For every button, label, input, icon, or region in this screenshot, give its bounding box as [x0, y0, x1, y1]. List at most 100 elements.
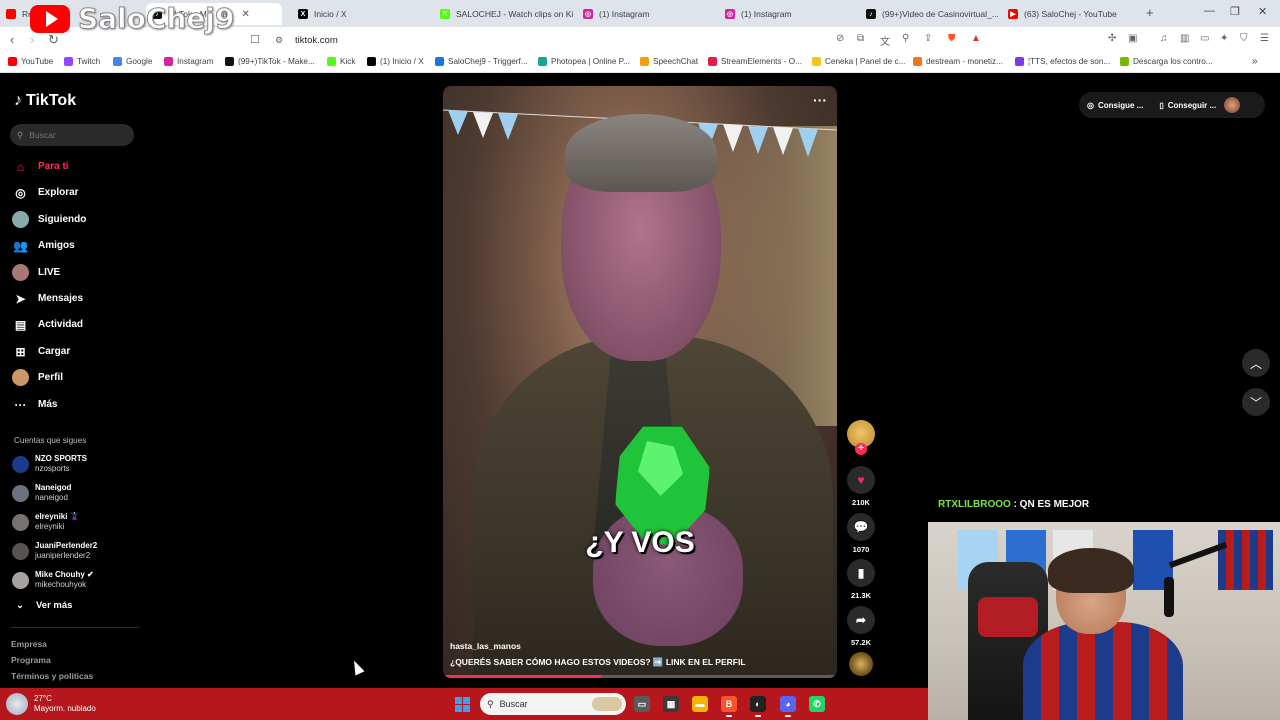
bookmark-item[interactable]: SpeechChat — [640, 57, 698, 66]
share-action[interactable]: ➦ 57.2K — [847, 606, 875, 647]
next-video-button[interactable]: ﹀ — [1242, 388, 1270, 416]
obs-icon[interactable]: ◐ — [750, 696, 766, 717]
bookmark-item[interactable]: Kick — [327, 57, 355, 66]
sidebar-item-friends[interactable]: 👥 Amigos — [12, 237, 75, 254]
brave-browser-icon[interactable]: B — [721, 696, 737, 717]
taskbar-search[interactable]: ⚲ Buscar — [480, 693, 626, 715]
back-icon[interactable]: ‹ — [10, 32, 14, 47]
share-arrow-icon[interactable]: ➦ — [847, 606, 875, 634]
file-explorer-icon[interactable]: ▬ — [692, 696, 708, 712]
bookmark-item[interactable]: SaloChej9 - Triggerf... — [435, 57, 528, 66]
video-username[interactable]: hasta_las_manos — [450, 641, 521, 651]
video-progress-bar[interactable] — [443, 675, 837, 678]
brave-shield-icon[interactable]: ⛊ — [948, 33, 956, 44]
brave-rewards-icon[interactable]: ▲ — [971, 33, 981, 44]
open-in-app-icon[interactable]: ⧉ — [857, 33, 864, 44]
weather-temp: 27°C — [34, 694, 52, 703]
browser-tab[interactable]: K SALOCHEJ - Watch clips on Ki... — [434, 3, 574, 25]
sidebar-item-compass[interactable]: ◎ Explorar — [12, 184, 78, 201]
bookmark-item[interactable]: StreamElements - O... — [708, 57, 802, 66]
video-player[interactable]: ¿Y VOS ··· hasta_las_manos ¿QUERÉS SABER… — [443, 86, 837, 678]
save-action[interactable]: ▮ 21.3K — [847, 559, 875, 600]
sidebar-item-label: Para ti — [38, 161, 69, 172]
heart-icon[interactable]: ♥ — [847, 466, 875, 494]
user-avatar[interactable] — [1224, 97, 1241, 113]
bookmark-item[interactable]: Twitch — [64, 57, 100, 66]
zoom-icon[interactable]: ⚲ — [902, 33, 909, 44]
bookmark-save-icon[interactable]: ▮ — [847, 559, 875, 587]
comment-icon[interactable]: 💬 — [847, 513, 875, 541]
search-box[interactable]: ⚲ — [10, 124, 134, 146]
bookmark-item[interactable]: Google — [113, 57, 152, 66]
translate-icon[interactable]: 文 — [880, 33, 890, 48]
wallet-icon[interactable]: ▭ — [1200, 33, 1209, 44]
bookmark-icon[interactable]: ☐ — [250, 33, 260, 46]
vpn-icon[interactable]: ⛉ — [1240, 33, 1248, 44]
tiktok-logo[interactable]: ♪ TikTok — [14, 92, 76, 110]
sidebar-item-messages[interactable]: ➤ Mensajes — [12, 290, 83, 307]
browser-tab[interactable]: ▶ (63) SaloChej - YouTube — [1002, 3, 1142, 25]
bookmark-item[interactable]: destream - monetiz... — [913, 57, 1003, 66]
followed-account[interactable]: Mike Chouhy ✔ mikechouhyok — [12, 570, 94, 590]
bookmark-item[interactable]: Ceneka | Panel de c... — [812, 57, 905, 66]
account-avatar — [12, 571, 29, 589]
follow-plus-icon[interactable]: + — [855, 443, 867, 455]
maximize-icon[interactable]: ❐ — [1230, 5, 1240, 18]
bookmark-favicon-icon — [327, 57, 336, 66]
sidebar-item-home[interactable]: ⌂ Para ti — [12, 158, 69, 175]
browser-tab[interactable]: ◎ (1) Instagram — [719, 3, 859, 25]
browser-tab[interactable]: ◎ (1) Instagram — [577, 3, 717, 25]
get-app-button[interactable]: ▯ Conseguir ... — [1159, 101, 1216, 110]
site-settings-icon[interactable]: ⚙ — [275, 35, 283, 46]
task-view-icon[interactable]: ▭ — [634, 696, 650, 712]
video-more-icon[interactable]: ··· — [813, 92, 827, 108]
more-bookmarks-icon[interactable]: » — [1252, 56, 1258, 67]
like-action[interactable]: ♥ 210K — [847, 466, 875, 507]
followed-account[interactable]: JuaniPerlender2 juaniperlender2 — [12, 541, 97, 561]
see-more-button[interactable]: ⌄ Ver más — [16, 600, 72, 611]
bookmark-item[interactable]: (1) Inicio / X — [367, 57, 424, 66]
start-button[interactable] — [455, 697, 470, 712]
browser-tab[interactable]: ♪ (99+)Video de Casinovirtual_... — [860, 3, 1000, 25]
sidebar-item-activity[interactable]: ▤ Actividad — [12, 316, 83, 333]
bookmark-item[interactable]: ¦TTS, efectos de son... — [1015, 57, 1110, 66]
store-icon[interactable]: ▦ — [663, 696, 679, 712]
no-media-icon[interactable]: ⊘ — [836, 33, 844, 44]
close-tab-icon[interactable]: ✕ — [241, 9, 249, 20]
bookmark-item[interactable]: Descarga los contro... — [1120, 57, 1213, 66]
leo-ai-icon[interactable]: ✦ — [1220, 33, 1228, 44]
close-window-icon[interactable]: ✕ — [1258, 5, 1267, 18]
music-disc-icon[interactable] — [849, 652, 873, 676]
footer-link[interactable]: Empresa — [11, 639, 47, 649]
bookmark-item[interactable]: (99+)TikTok - Make... — [225, 57, 315, 66]
browser-tab[interactable]: X Inicio / X — [292, 3, 432, 25]
whatsapp-icon[interactable]: ✆ — [809, 696, 825, 712]
screenshot-icon[interactable]: ▣ — [1128, 33, 1137, 44]
discord-icon[interactable]: ◕ — [780, 696, 796, 717]
sidebar-item-following-avatar[interactable]: Siguiendo — [12, 211, 86, 228]
bookmark-item[interactable]: YouTube — [8, 57, 53, 66]
footer-link[interactable]: Programa — [11, 655, 51, 665]
search-input[interactable] — [29, 130, 120, 140]
sidebar-item-more[interactable]: ··· Más — [12, 396, 58, 413]
bookmark-item[interactable]: Instagram — [164, 57, 213, 66]
previous-video-button[interactable]: ︿ — [1242, 349, 1270, 377]
new-tab-button[interactable]: + — [1146, 5, 1154, 20]
get-coins-button[interactable]: ◎ Consigue ... — [1087, 101, 1143, 110]
extensions-icon[interactable]: ✣ — [1108, 33, 1116, 44]
share-icon[interactable]: ⇪ — [924, 33, 932, 44]
menu-icon[interactable]: ☰ — [1260, 33, 1269, 44]
sidebar-item-live-avatar[interactable]: LIVE — [12, 264, 60, 281]
followed-account[interactable]: Naneigod naneigod — [12, 483, 71, 503]
footer-link[interactable]: Términos y políticas — [11, 671, 93, 681]
minimize-icon[interactable]: — — [1204, 5, 1215, 17]
media-icon[interactable]: ♫ — [1160, 33, 1168, 44]
followed-account[interactable]: elreyniki 🦹 elreyniki — [12, 512, 80, 532]
weather-widget[interactable]: 27°C Mayorm. nublado — [6, 693, 96, 715]
sidebar-icon[interactable]: ▥ — [1180, 33, 1189, 44]
sidebar-item-upload[interactable]: ⊞ Cargar — [12, 343, 70, 360]
bookmark-item[interactable]: Photopea | Online P... — [538, 57, 630, 66]
sidebar-item-profile-avatar[interactable]: Perfil — [12, 369, 63, 386]
comment-action[interactable]: 💬 1070 — [847, 513, 875, 554]
followed-account[interactable]: NZO SPORTS nzosports — [12, 454, 87, 474]
